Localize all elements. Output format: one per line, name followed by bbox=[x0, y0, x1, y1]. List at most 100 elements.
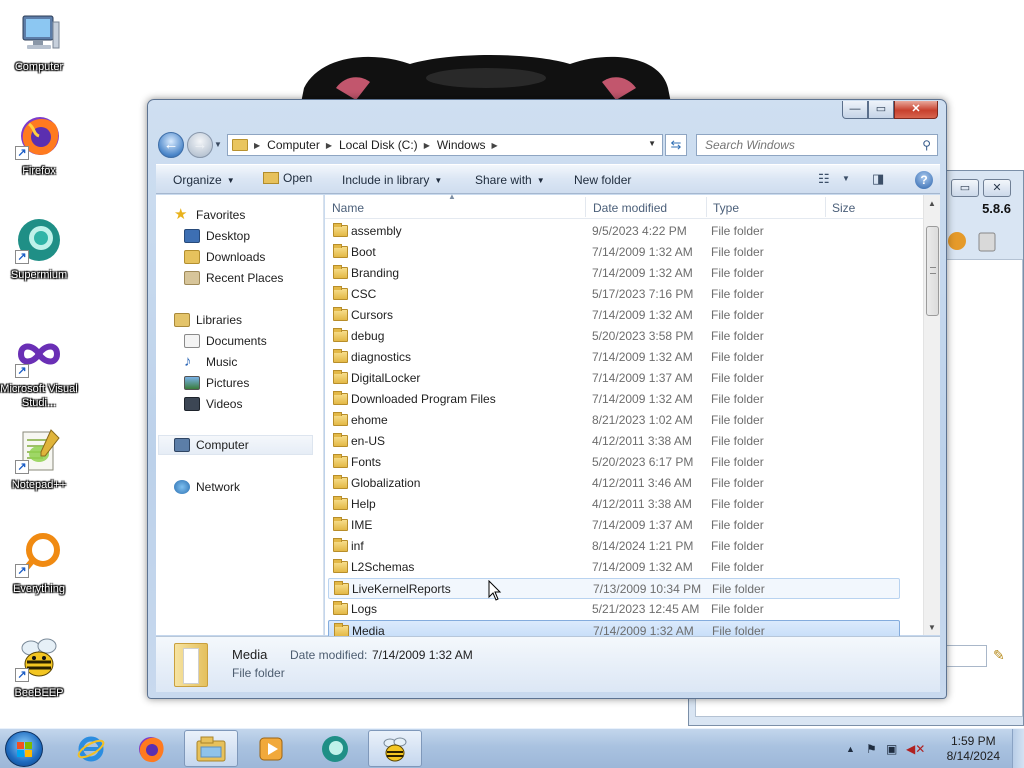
nav-network[interactable]: Network bbox=[174, 477, 240, 497]
bg-restore-button[interactable]: ▭ bbox=[951, 179, 979, 197]
include-in-library-button[interactable]: Include in library ▼ bbox=[342, 173, 442, 187]
chevron-right-icon[interactable]: ▶ bbox=[424, 141, 430, 150]
table-row[interactable]: Boot 7/14/2009 1:32 AM File folder bbox=[328, 242, 900, 263]
scrollbar-thumb[interactable] bbox=[926, 226, 939, 316]
broom-icon[interactable]: ✎ bbox=[993, 647, 1005, 664]
table-row[interactable]: LiveKernelReports 7/13/2009 10:34 PM File … bbox=[328, 578, 900, 599]
table-row[interactable]: Downloaded Program Files 7/14/2009 1:32 A… bbox=[328, 389, 900, 410]
file-name: L2Schemas bbox=[351, 560, 415, 574]
nav-recent-places[interactable]: Recent Places bbox=[184, 268, 283, 288]
nav-desktop[interactable]: Desktop bbox=[184, 226, 250, 246]
organize-button[interactable]: Organize ▼ bbox=[173, 173, 235, 187]
nav-libraries[interactable]: Libraries bbox=[174, 310, 242, 330]
desktop-icon-everything[interactable]: ↗ Everything bbox=[2, 524, 76, 620]
file-type: File folder bbox=[711, 287, 764, 301]
nav-pictures[interactable]: Pictures bbox=[184, 373, 249, 393]
table-row[interactable]: Branding 7/14/2009 1:32 AM File folder bbox=[328, 263, 900, 284]
breadcrumb-windows[interactable]: Windows bbox=[437, 138, 486, 152]
taskbar-media-player[interactable] bbox=[244, 730, 298, 767]
taskbar-firefox[interactable] bbox=[124, 730, 178, 767]
vertical-scrollbar[interactable]: ▲ ▼ bbox=[923, 195, 940, 635]
column-divider[interactable] bbox=[706, 197, 707, 217]
desktop-icon-notepad-plus-plus[interactable]: ↗ Notepad++ bbox=[2, 420, 76, 516]
nav-favorites[interactable]: ★ Favorites bbox=[174, 205, 245, 225]
taskbar-windows-explorer[interactable] bbox=[184, 730, 238, 767]
action-center-flag-icon[interactable]: ⚑ bbox=[866, 742, 877, 756]
back-button[interactable]: ← bbox=[158, 132, 184, 158]
taskbar-internet-explorer[interactable] bbox=[64, 730, 118, 767]
table-row[interactable]: debug 5/20/2023 3:58 PM File folder bbox=[328, 326, 900, 347]
file-name: Help bbox=[351, 497, 376, 511]
column-size[interactable]: Size bbox=[832, 201, 855, 215]
table-row[interactable]: assembly 9/5/2023 4:22 PM File folder bbox=[328, 221, 900, 242]
maximize-button[interactable]: ▭ bbox=[868, 101, 894, 119]
desktop-icon-supermium[interactable]: ↗ Supermium bbox=[2, 210, 76, 306]
nav-music[interactable]: ♪ Music bbox=[184, 352, 237, 372]
share-with-button[interactable]: Share with ▼ bbox=[475, 173, 545, 187]
new-folder-button[interactable]: New folder bbox=[574, 173, 631, 187]
nav-documents[interactable]: Documents bbox=[184, 331, 267, 351]
refresh-button[interactable]: ⇆ bbox=[665, 134, 687, 156]
desktop-icon-beebeep[interactable]: ↗ BeeBEEP bbox=[2, 628, 76, 724]
table-row[interactable]: IME 7/14/2009 1:37 AM File folder bbox=[328, 515, 900, 536]
column-name[interactable]: Name bbox=[332, 201, 364, 215]
network-status-icon[interactable]: ▣ bbox=[886, 742, 897, 756]
chevron-down-icon[interactable]: ▼ bbox=[842, 174, 850, 183]
table-row[interactable]: inf 8/14/2024 1:21 PM File folder bbox=[328, 536, 900, 557]
table-row[interactable]: L2Schemas 7/14/2009 1:32 AM File folder bbox=[328, 557, 900, 578]
desktop-icon-firefox[interactable]: ↗ Firefox bbox=[2, 106, 76, 202]
recent-pages-dropdown[interactable]: ▼ bbox=[214, 140, 222, 149]
help-icon[interactable]: ? bbox=[915, 171, 933, 189]
clock[interactable]: 1:59 PM 8/14/2024 bbox=[947, 734, 1000, 764]
column-divider[interactable] bbox=[825, 197, 826, 217]
shortcut-arrow-icon: ↗ bbox=[15, 250, 29, 264]
table-row[interactable]: Cursors 7/14/2009 1:32 AM File folder bbox=[328, 305, 900, 326]
open-button[interactable]: Open bbox=[263, 171, 312, 185]
clock-date: 8/14/2024 bbox=[946, 749, 1000, 763]
table-row[interactable]: CSC 5/17/2023 7:16 PM File folder bbox=[328, 284, 900, 305]
chevron-right-icon[interactable]: ▶ bbox=[326, 141, 332, 150]
minimize-button[interactable]: — bbox=[842, 101, 868, 119]
close-button[interactable]: ✕ bbox=[894, 101, 938, 119]
nav-videos[interactable]: Videos bbox=[184, 394, 242, 414]
column-date-modified[interactable]: Date modified bbox=[593, 201, 667, 215]
chevron-right-icon[interactable]: ▶ bbox=[254, 141, 260, 150]
column-type[interactable]: Type bbox=[713, 201, 739, 215]
start-button[interactable] bbox=[5, 731, 43, 767]
breadcrumb-local-disk[interactable]: Local Disk (C:) bbox=[339, 138, 418, 152]
chevron-down-icon[interactable]: ▼ bbox=[648, 139, 656, 148]
table-row[interactable]: Help 4/12/2011 3:38 AM File folder bbox=[328, 494, 900, 515]
forward-button[interactable]: → bbox=[187, 132, 213, 158]
table-row[interactable]: DigitalLocker 7/14/2009 1:37 AM File folde… bbox=[328, 368, 900, 389]
nav-computer[interactable]: Computer bbox=[158, 435, 313, 455]
address-bar[interactable]: ▶ Computer ▶ Local Disk (C:) ▶ Windows ▶… bbox=[227, 134, 663, 156]
taskbar-beebeep[interactable] bbox=[368, 730, 422, 767]
table-row[interactable]: ehome 8/21/2023 1:02 AM File folder bbox=[328, 410, 900, 431]
show-desktop-button[interactable] bbox=[1012, 729, 1024, 768]
show-hidden-icons-icon[interactable]: ▲ bbox=[846, 744, 855, 754]
preview-pane-icon[interactable]: ◨ bbox=[872, 171, 884, 187]
search-icon[interactable]: ⚲ bbox=[922, 138, 931, 152]
desktop-icon-computer[interactable]: Computer bbox=[2, 2, 76, 98]
volume-muted-icon[interactable]: ◀✕ bbox=[906, 742, 925, 756]
bg-close-button[interactable]: ✕ bbox=[983, 179, 1011, 197]
command-bar: Organize ▼ Open Include in library ▼ Share… bbox=[156, 164, 940, 194]
desktop-icon-label: Microsoft Visual Studi... bbox=[0, 383, 78, 409]
chevron-right-icon[interactable]: ▶ bbox=[492, 141, 498, 150]
nav-downloads[interactable]: Downloads bbox=[184, 247, 265, 267]
table-row[interactable]: Fonts 5/20/2023 6:17 PM File folder bbox=[328, 452, 900, 473]
search-input[interactable] bbox=[697, 135, 907, 155]
taskbar-supermium[interactable] bbox=[308, 730, 362, 767]
desktop-icon-visual-studio[interactable]: ↗ Microsoft Visual Studi... bbox=[0, 324, 78, 420]
column-divider[interactable] bbox=[585, 197, 586, 217]
scroll-down-icon[interactable]: ▼ bbox=[928, 623, 936, 632]
table-row[interactable]: Logs 5/21/2023 12:45 AM File folder bbox=[328, 599, 900, 620]
change-view-icon[interactable]: ☷ bbox=[818, 171, 830, 187]
table-row[interactable]: Globalization 4/12/2011 3:46 AM File folde… bbox=[328, 473, 900, 494]
explorer-window[interactable]: — ▭ ✕ ← → ▼ ▶ Computer ▶ Local Disk (C:)… bbox=[147, 99, 947, 699]
breadcrumb-computer[interactable]: Computer bbox=[267, 138, 320, 152]
table-row[interactable]: diagnostics 7/14/2009 1:32 AM File folder bbox=[328, 347, 900, 368]
table-row[interactable]: en-US 4/12/2011 3:38 AM File folder bbox=[328, 431, 900, 452]
scroll-up-icon[interactable]: ▲ bbox=[928, 199, 936, 208]
search-box[interactable]: ⚲ bbox=[696, 134, 938, 156]
